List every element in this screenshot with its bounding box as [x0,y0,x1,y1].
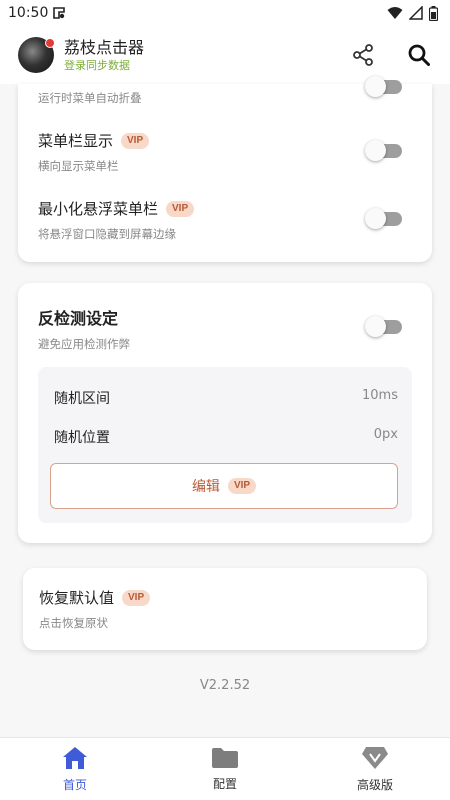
setting-desc: 将悬浮窗口隐藏到屏幕边缘 [38,227,176,241]
random-position-value: 0px [373,427,398,442]
restore-desc: 点击恢复原状 [39,616,108,630]
edit-button[interactable]: 编辑 VIP [50,463,398,509]
setting-auto-collapse[interactable]: 运行时菜单自动折叠 [38,90,412,106]
anti-detect-header[interactable]: 反检测设定 避免应用检测作弊 [38,305,412,352]
nav-config-label: 配置 [212,776,237,791]
share-button[interactable] [350,42,376,68]
random-interval-value: 10ms [362,388,398,403]
app-name: 荔枝点击器 [64,37,145,57]
search-button[interactable] [406,42,432,68]
edit-button-label: 编辑 [191,479,220,495]
vip-badge: VIP [122,589,151,606]
login-sync-link[interactable]: 登录同步数据 [64,58,350,73]
random-interval-row: 随机区间 10ms [54,388,398,408]
version-text: V2.2.52 [199,678,251,693]
vip-badge: VIP [166,200,195,217]
anti-detect-card: 反检测设定 避免应用检测作弊 随机区间 10ms 随机位置 0px 编辑 VIP [18,283,432,543]
setting-desc: 横向显示菜单栏 [38,159,119,173]
setting-menu-bar-display[interactable]: 菜单栏显示 VIP 横向显示菜单栏 [38,130,412,174]
random-position-row: 随机位置 0px [54,427,398,447]
nav-premium-label: 高级版 [356,777,393,792]
share-icon [353,44,373,66]
nav-home-label: 首页 [62,777,87,792]
folder-icon [212,747,238,768]
restore-title: 恢复默认值 [39,589,115,607]
setting-desc: 运行时菜单自动折叠 [38,91,142,105]
search-icon [408,44,430,66]
notification-dot [45,38,55,48]
anti-detect-title: 反检测设定 [38,309,119,328]
menu-settings-card: 运行时菜单自动折叠 菜单栏显示 VIP 横向显示菜单栏 最小化悬浮菜单栏 VIP… [18,76,432,262]
minimize-float-menu-toggle[interactable] [365,208,402,229]
restore-defaults-card[interactable]: 恢复默认值 VIP 点击恢复原状 [23,568,427,650]
setting-title: 菜单栏显示 [38,132,114,150]
signal-icon [409,6,423,20]
app-notification-icon [53,7,66,19]
home-icon [63,746,87,769]
anti-detect-params: 随机区间 10ms 随机位置 0px 编辑 VIP [38,367,412,523]
anti-detect-desc: 避免应用检测作弊 [38,337,130,351]
auto-collapse-toggle[interactable] [365,76,402,97]
status-time: 10:50 [8,5,49,21]
nav-home[interactable]: 首页 [0,738,150,800]
vip-badge: VIP [227,478,257,494]
anti-detect-toggle[interactable] [365,316,402,337]
status-bar: 10:50 [0,0,450,26]
diamond-icon [362,746,388,769]
avatar[interactable] [18,37,55,73]
nav-premium[interactable]: 高级版 [300,738,450,800]
menu-bar-display-toggle[interactable] [365,140,402,161]
bottom-nav: 首页 配置 高级版 [0,737,450,800]
setting-minimize-float-menu[interactable]: 最小化悬浮菜单栏 VIP 将悬浮窗口隐藏到屏幕边缘 [38,198,412,242]
wifi-icon [387,7,403,19]
nav-config[interactable]: 配置 [150,738,300,800]
vip-badge: VIP [121,132,150,149]
app-header: 荔枝点击器 登录同步数据 [0,26,450,84]
setting-title: 最小化悬浮菜单栏 [38,200,159,218]
random-position-label: 随机位置 [54,430,110,446]
battery-icon [429,5,438,21]
random-interval-label: 随机区间 [54,391,110,407]
